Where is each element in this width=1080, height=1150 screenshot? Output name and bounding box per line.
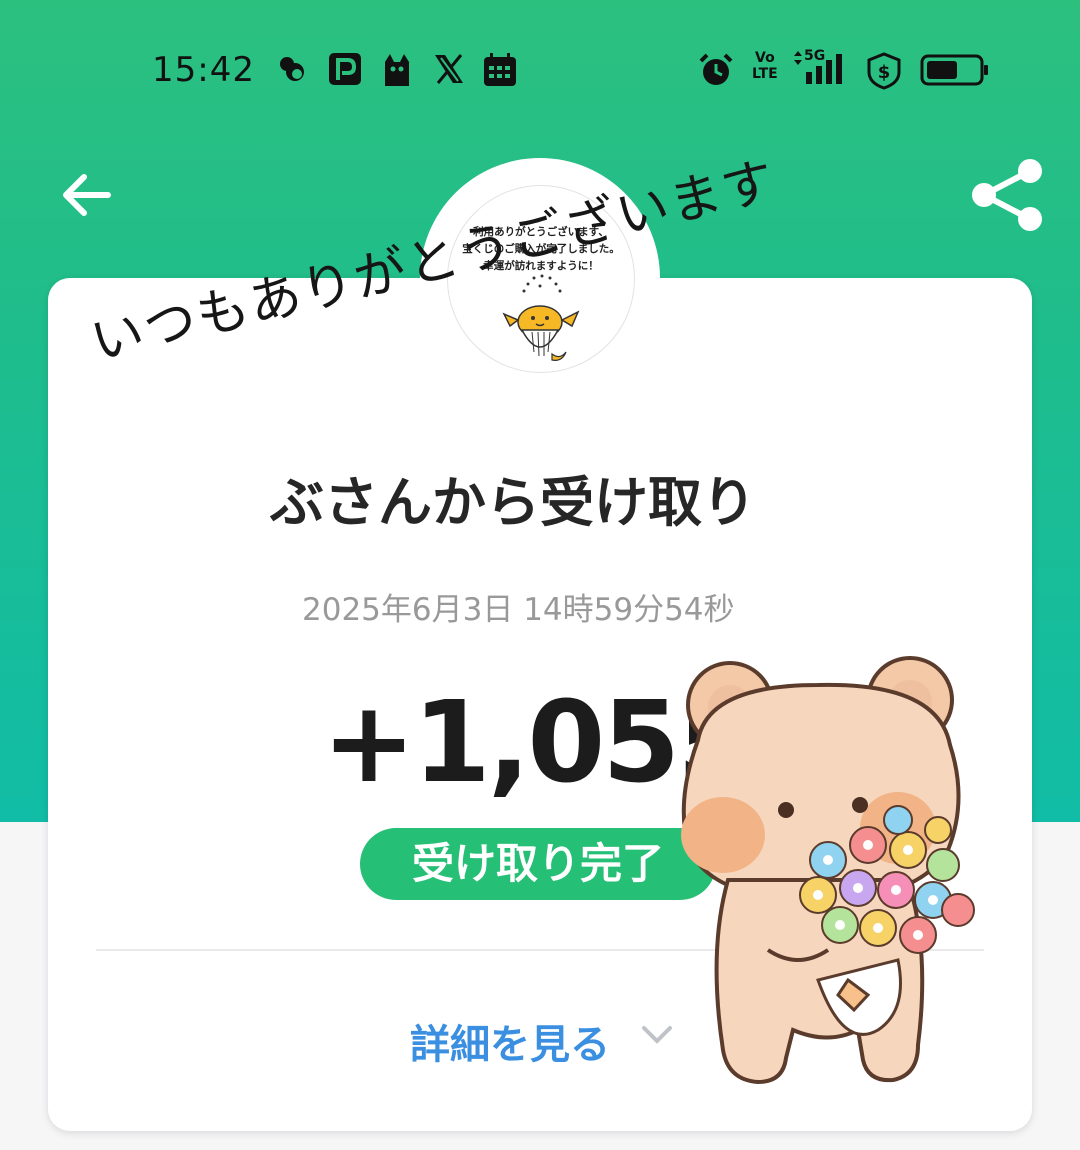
paypay-icon <box>329 53 361 85</box>
battery-icon <box>920 54 988 86</box>
status-badge: 受け取り完了 <box>360 828 716 900</box>
signal-5g-icon: 5G <box>790 48 854 88</box>
share-button[interactable] <box>968 155 1048 235</box>
view-details-link[interactable]: 詳細を見る <box>410 1012 610 1070</box>
cat-icon <box>385 54 409 86</box>
status-bar: 15:42 Vo LTE 5G $ <box>0 40 1080 100</box>
volte-icon: Vo LTE <box>752 50 778 82</box>
received-from-title: ぶさんから受け取り <box>270 471 756 534</box>
x-icon <box>435 54 463 84</box>
bear-with-bouquet-sticker <box>681 656 975 1085</box>
weather-icon <box>280 57 304 81</box>
alarm-icon <box>699 53 733 85</box>
calendar-icon <box>484 53 516 86</box>
shield-icon: $ <box>867 52 901 90</box>
transaction-timestamp: 2025年6月3日 14時59分54秒 <box>302 592 735 628</box>
back-button[interactable] <box>56 165 116 225</box>
whale-icon <box>502 274 580 361</box>
svg-text:$: $ <box>878 62 891 83</box>
status-time: 15:42 <box>152 50 255 90</box>
